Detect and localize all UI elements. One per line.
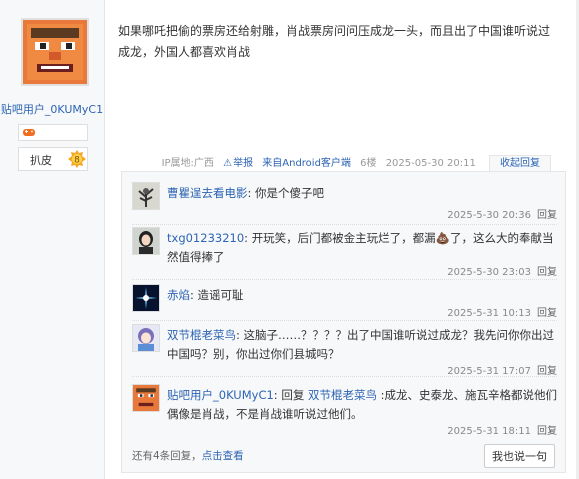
reply-item: txg01233210: 开玩笑，后门都被金主玩烂了，都漏💩了，这么大的奉献当然… [132,227,557,280]
reply-item: 双节棍老菜鸟: 这脑子……？？？？出了中国谁听说过成龙？我先问你你出过中国吗？别… [132,324,557,377]
reply-avatar[interactable] [132,324,160,352]
level-number: 8 [74,156,80,166]
post-meta: IP属地:广西 ⚠举报 来自Android客户端 6楼 2025-05-30 2… [156,154,551,175]
reply-button[interactable]: 回复 [537,366,557,377]
reply-button[interactable]: 回复 [537,210,557,221]
pixel-face-avatar-icon [23,20,87,84]
reply-item: 贴吧用户_0KUMyC1: 回复 双节棍老菜鸟 :成龙、史泰龙、施瓦辛格都说他们… [132,384,558,437]
author-badge[interactable] [18,124,88,141]
author-username[interactable]: 贴吧用户_0KUMyC1 [0,101,104,117]
author-avatar[interactable] [21,18,89,86]
reply-text: 贴吧用户_0KUMyC1: 回复 双节棍老菜鸟 :成龙、史泰龙、施瓦辛格都说他们… [167,388,558,421]
reply-username[interactable]: 赤焰 [167,288,190,302]
reply-text: 双节棍老菜鸟: 这脑子……？？？？出了中国谁听说过成龙？我先问你你出过中国吗？别… [167,328,555,361]
gamepad-icon [23,129,35,136]
reply-text: 赤焰: 造谣可耻 [167,288,244,302]
reply-button[interactable]: 回复 [537,308,557,319]
reply-avatar[interactable] [132,227,160,255]
reply-text: txg01233210: 开玩笑，后门都被金主玩烂了，都漏💩了，这么大的奉献当然… [167,231,554,264]
reply-time: 2025-5-30 23:03 回复 [447,267,557,278]
floor-number: 6楼 [360,158,377,169]
reply-avatar[interactable] [132,384,160,412]
reply-avatar[interactable] [132,182,160,210]
post-date: 2025-05-30 20:11 [385,158,476,169]
reply-button[interactable]: 回复 [537,267,557,278]
reply-username[interactable]: 贴吧用户_0KUMyC1 [167,388,274,402]
view-more-link[interactable]: 点击查看 [202,450,244,462]
reply-avatar[interactable] [132,284,160,312]
reply-list: 曹瞿逞去看电影: 你是个傻子吧 2025-5-30 20:36 回复 txg012… [121,171,566,473]
reply-item: 赤焰: 造谣可耻 2025-5-31 10:13 回复 [132,284,557,321]
author-sidebar: 贴吧用户_0KUMyC1 扒皮 8 [0,0,105,479]
ip-location: IP属地:广西 [161,158,214,169]
level-medal-icon: 8 [68,150,86,168]
reply-button[interactable]: 回复 [537,426,557,437]
reply-time: 2025-5-30 20:36 回复 [447,210,557,221]
report-link[interactable]: ⚠举报 [223,158,253,169]
anime-avatar-icon [133,325,159,351]
girl-avatar-icon [133,228,159,254]
reply-username[interactable]: 双节棍老菜鸟 [167,328,236,342]
reply-time: 2025-5-31 18:11 回复 [447,426,557,437]
reply-username[interactable]: 曹瞿逞去看电影 [167,186,248,200]
reply-time: 2025-5-31 17:07 回复 [447,366,557,377]
starburst-avatar-icon [133,285,159,311]
plant-avatar-icon [133,183,159,209]
pixel-face-avatar-icon [133,385,159,411]
reply-item: 曹瞿逞去看电影: 你是个傻子吧 2025-5-30 20:36 回复 [132,182,557,225]
reply-target-username[interactable]: 双节棍老菜鸟 [308,388,377,402]
level-label: 扒皮 [30,154,52,167]
reply-username[interactable]: txg01233210 [167,231,244,245]
reply-time: 2025-5-31 10:13 回复 [447,308,557,319]
post-content: 如果哪吒把偷的票房还给射雕，肖战票房问问压成龙一头，而且出了中国谁听说过成龙，外… [118,24,551,59]
warning-icon: ⚠ [223,158,233,169]
reply-text: 曹瞿逞去看电影: 你是个傻子吧 [167,186,325,200]
author-level[interactable]: 扒皮 8 [18,147,88,171]
more-replies: 还有4条回复，点击查看 [132,450,244,462]
say-something-button[interactable]: 我也说一句 [484,444,555,468]
source-link[interactable]: 来自Android客户端 [262,158,351,169]
